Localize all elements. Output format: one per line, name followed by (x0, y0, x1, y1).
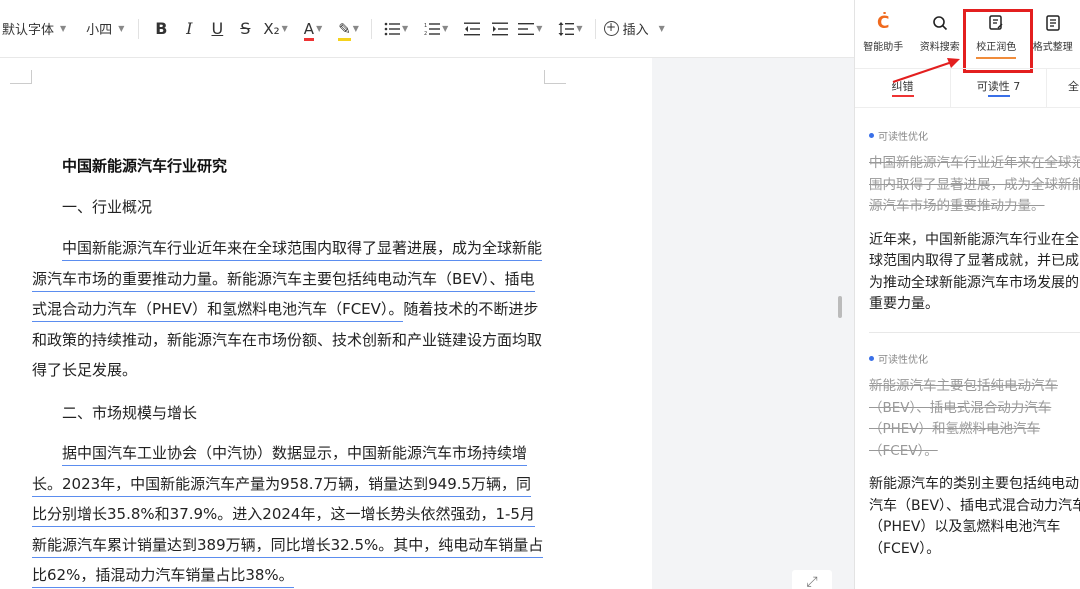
font-color-icon: A (303, 19, 315, 41)
suggestion-tag: 可读性优化 (869, 128, 1080, 143)
font-family-select[interactable]: 默认字体 ▼ (0, 15, 72, 43)
increase-indent-button[interactable] (486, 15, 514, 43)
outdent-icon (464, 22, 481, 35)
subtab-indicator (988, 95, 1010, 97)
annotation-highlight-box (963, 9, 1033, 73)
line-spacing-dropdown[interactable]: ▼ (554, 21, 586, 36)
numbered-list-dropdown[interactable]: 12 ▼ (420, 22, 452, 36)
subtab-label: 纠错 (891, 80, 914, 93)
page-margin-marker (544, 70, 566, 84)
chevron-down-icon: ▼ (316, 24, 323, 33)
paragraph-1[interactable]: 中国新能源汽车行业近年来在全球范围内取得了显著进展，成为全球新能源汽车市场的重要… (32, 233, 546, 386)
toolbar-divider (138, 18, 140, 39)
suggestion-card[interactable]: 可读性优化 新能源汽车主要包括纯电动汽车（BEV）、插电式混合动力汽车（PHEV… (869, 351, 1080, 560)
numbered-list-icon: 12 (424, 23, 441, 36)
bold-button[interactable]: B (147, 15, 175, 43)
subscript-icon: X₂ (263, 19, 280, 38)
document-title[interactable]: 中国新能源汽车行业研究 (62, 155, 227, 176)
toolbar-divider (594, 18, 596, 39)
strikethrough-button[interactable]: S (231, 15, 259, 43)
revised-text[interactable]: 近年来，中国新能源汽车行业在全球范围内取得了显著成就，并已成为推动全球新能源汽车… (869, 230, 1080, 316)
suggestion-tabs: 纠错 可读性 7 全 (855, 68, 1080, 108)
assistant-icon: Ċ (877, 13, 890, 33)
chevron-down-icon: ▼ (60, 24, 67, 33)
underline-button[interactable]: U (203, 15, 231, 43)
expand-button[interactable]: ⤢ (792, 570, 832, 589)
tab-label: 智能助手 (863, 42, 904, 53)
subtab-all[interactable]: 全 (1047, 69, 1080, 107)
chevron-down-icon: ▼ (442, 24, 449, 33)
font-size-value: 小四 (86, 23, 113, 38)
chevron-down-icon: ▼ (352, 24, 359, 33)
tab-search[interactable]: 资料搜索 (912, 10, 969, 66)
search-icon (932, 10, 948, 36)
align-left-icon (518, 22, 535, 35)
font-size-select[interactable]: 小四 ▼ (80, 15, 130, 43)
format-icon (1046, 10, 1060, 36)
tab-assistant[interactable]: Ċ 智能助手 (855, 10, 912, 66)
page-margin-marker (10, 70, 32, 84)
section-heading-2[interactable]: 二、市场规模与增长 (62, 402, 197, 423)
subtab-indicator (892, 95, 914, 97)
insert-dropdown[interactable]: + 插入 ▼ (603, 19, 665, 38)
highlight-dropdown[interactable]: ✎ ▼ (334, 19, 363, 41)
subtab-label: 可读性 7 (976, 80, 1021, 93)
toolbar-divider (370, 18, 372, 39)
chevron-down-icon: ▼ (576, 24, 583, 33)
chevron-down-icon: ▼ (118, 24, 125, 33)
bullet-list-icon (384, 22, 400, 35)
section-heading-1[interactable]: 一、行业概况 (62, 196, 152, 217)
revised-text[interactable]: 新能源汽车的类别主要包括纯电动汽车（BEV）、插电式混合动力汽车（PHEV）以及… (869, 474, 1080, 560)
original-text: 中国新能源汽车行业近年来在全球范围内取得了显著进展，成为全球新能源汽车市场的重要… (869, 155, 1080, 214)
italic-button[interactable]: I (175, 15, 203, 43)
align-dropdown[interactable]: ▼ (514, 22, 546, 36)
suggestion-tag-label: 可读性优化 (878, 132, 928, 143)
card-divider (869, 332, 1080, 333)
font-family-value: 默认字体 (2, 23, 55, 38)
expand-icon: ⤢ (806, 574, 818, 589)
highlight-icon: ✎ (338, 19, 351, 41)
tab-label: 格式整理 (1032, 42, 1073, 53)
dot-icon (869, 133, 874, 138)
paragraph-2[interactable]: 据中国汽车工业协会（中汽协）数据显示，中国新能源汽车市场持续增长。2023年，中… (32, 438, 546, 589)
scrollbar-thumb[interactable] (838, 296, 842, 318)
tab-label: 资料搜索 (919, 42, 960, 53)
bullet-list-dropdown[interactable]: ▼ (380, 22, 412, 36)
dot-icon (869, 356, 874, 361)
formatting-toolbar: 默认字体 ▼ 小四 ▼ B I U S X₂ ▼ A ▼ ✎ ▼ ▼ 12 ▼ … (0, 0, 854, 58)
insert-label: 插入 (622, 23, 649, 38)
ai-side-panel: Ċ 智能助手 资料搜索 校正润色 格式整理 纠错 可读性 7 全 可读性优化 中… (854, 0, 1080, 589)
plus-icon: + (603, 21, 619, 36)
chevron-down-icon: ▼ (658, 24, 665, 33)
font-color-dropdown[interactable]: A ▼ (300, 19, 326, 41)
svg-text:2: 2 (424, 31, 427, 36)
underlined-text[interactable]: 据中国汽车工业协会（中汽协）数据显示，中国新能源汽车市场持续增长。2023年，中… (32, 444, 544, 588)
indent-icon (492, 22, 509, 35)
suggestion-card[interactable]: 可读性优化 中国新能源汽车行业近年来在全球范围内取得了显著进展，成为全球新能源汽… (869, 128, 1080, 316)
line-spacing-icon (558, 21, 575, 36)
original-text: 新能源汽车主要包括纯电动汽车（BEV）、插电式混合动力汽车（PHEV）和氢燃料电… (869, 378, 1058, 459)
decrease-indent-button[interactable] (458, 15, 486, 43)
suggestion-tag-label: 可读性优化 (878, 355, 928, 366)
chevron-down-icon: ▼ (401, 24, 409, 33)
subtab-corrections[interactable]: 纠错 (855, 69, 951, 107)
subtab-readability[interactable]: 可读性 7 (951, 69, 1047, 107)
subscript-dropdown[interactable]: X₂ ▼ (259, 20, 291, 38)
chevron-down-icon: ▼ (536, 24, 543, 33)
chevron-down-icon: ▼ (281, 24, 288, 33)
svg-text:1: 1 (424, 23, 427, 29)
suggestion-tag: 可读性优化 (869, 351, 1080, 366)
